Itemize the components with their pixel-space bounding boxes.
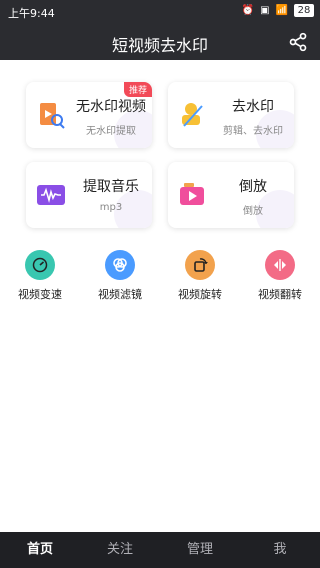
nav-me[interactable]: 我	[240, 532, 320, 568]
nav-home[interactable]: 首页	[0, 532, 80, 568]
bottom-nav: 首页 关注 管理 我	[0, 532, 320, 568]
share-icon[interactable]	[288, 32, 308, 52]
tool-flip[interactable]: 视频翻转	[248, 250, 312, 302]
card-subtitle: 无水印提取	[86, 126, 136, 137]
battery-icon: 28	[294, 4, 314, 17]
nav-follow[interactable]: 关注	[80, 532, 160, 568]
card-remove-watermark[interactable]: 去水印 剪辑、去水印	[168, 82, 294, 148]
status-time: 上午9:44	[8, 7, 55, 20]
card-title: 提取音乐	[83, 179, 139, 195]
filter-icon	[105, 250, 135, 280]
tool-rotate[interactable]: 视频旋转	[168, 250, 232, 302]
tool-label: 视频变速	[18, 288, 62, 301]
tool-label: 视频滤镜	[98, 288, 142, 301]
tool-label: 视频翻转	[258, 288, 302, 301]
sim-icon: ▣	[260, 5, 270, 16]
wifi-icon: 📶	[275, 5, 288, 16]
card-no-watermark-video[interactable]: 推荐 无水印视频 无水印提取	[26, 82, 152, 148]
card-subtitle: 剪辑、去水印	[223, 126, 283, 137]
tool-speed[interactable]: 视频变速	[8, 250, 72, 302]
card-title: 无水印视频	[76, 99, 146, 115]
card-subtitle: mp3	[99, 202, 123, 213]
nav-manage[interactable]: 管理	[160, 532, 240, 568]
video-file-search-icon	[40, 103, 65, 129]
card-subtitle: 倒放	[243, 206, 263, 217]
flip-icon	[265, 250, 295, 280]
audio-wave-icon	[37, 185, 65, 205]
rotate-icon	[185, 250, 215, 280]
alarm-icon: ⏰	[241, 5, 255, 16]
recommend-badge: 推荐	[123, 82, 152, 97]
page-title: 短视频去水印	[111, 36, 208, 55]
status-bar: 上午9:44 ⏰ ▣ 📶 28	[0, 0, 320, 24]
card-title: 倒放	[239, 179, 267, 195]
card-title: 去水印	[232, 99, 274, 115]
tool-label: 视频旋转	[178, 288, 222, 301]
tool-filter[interactable]: 视频滤镜	[88, 250, 152, 302]
status-icons: ⏰ ▣ 📶 28	[242, 4, 314, 17]
speed-icon	[25, 250, 55, 280]
card-extract-music[interactable]: 提取音乐 mp3	[26, 162, 152, 228]
reverse-play-icon	[180, 183, 204, 205]
app-header: 短视频去水印	[0, 24, 320, 60]
watermark-remove-icon	[182, 103, 203, 127]
card-reverse[interactable]: 倒放 倒放	[168, 162, 294, 228]
